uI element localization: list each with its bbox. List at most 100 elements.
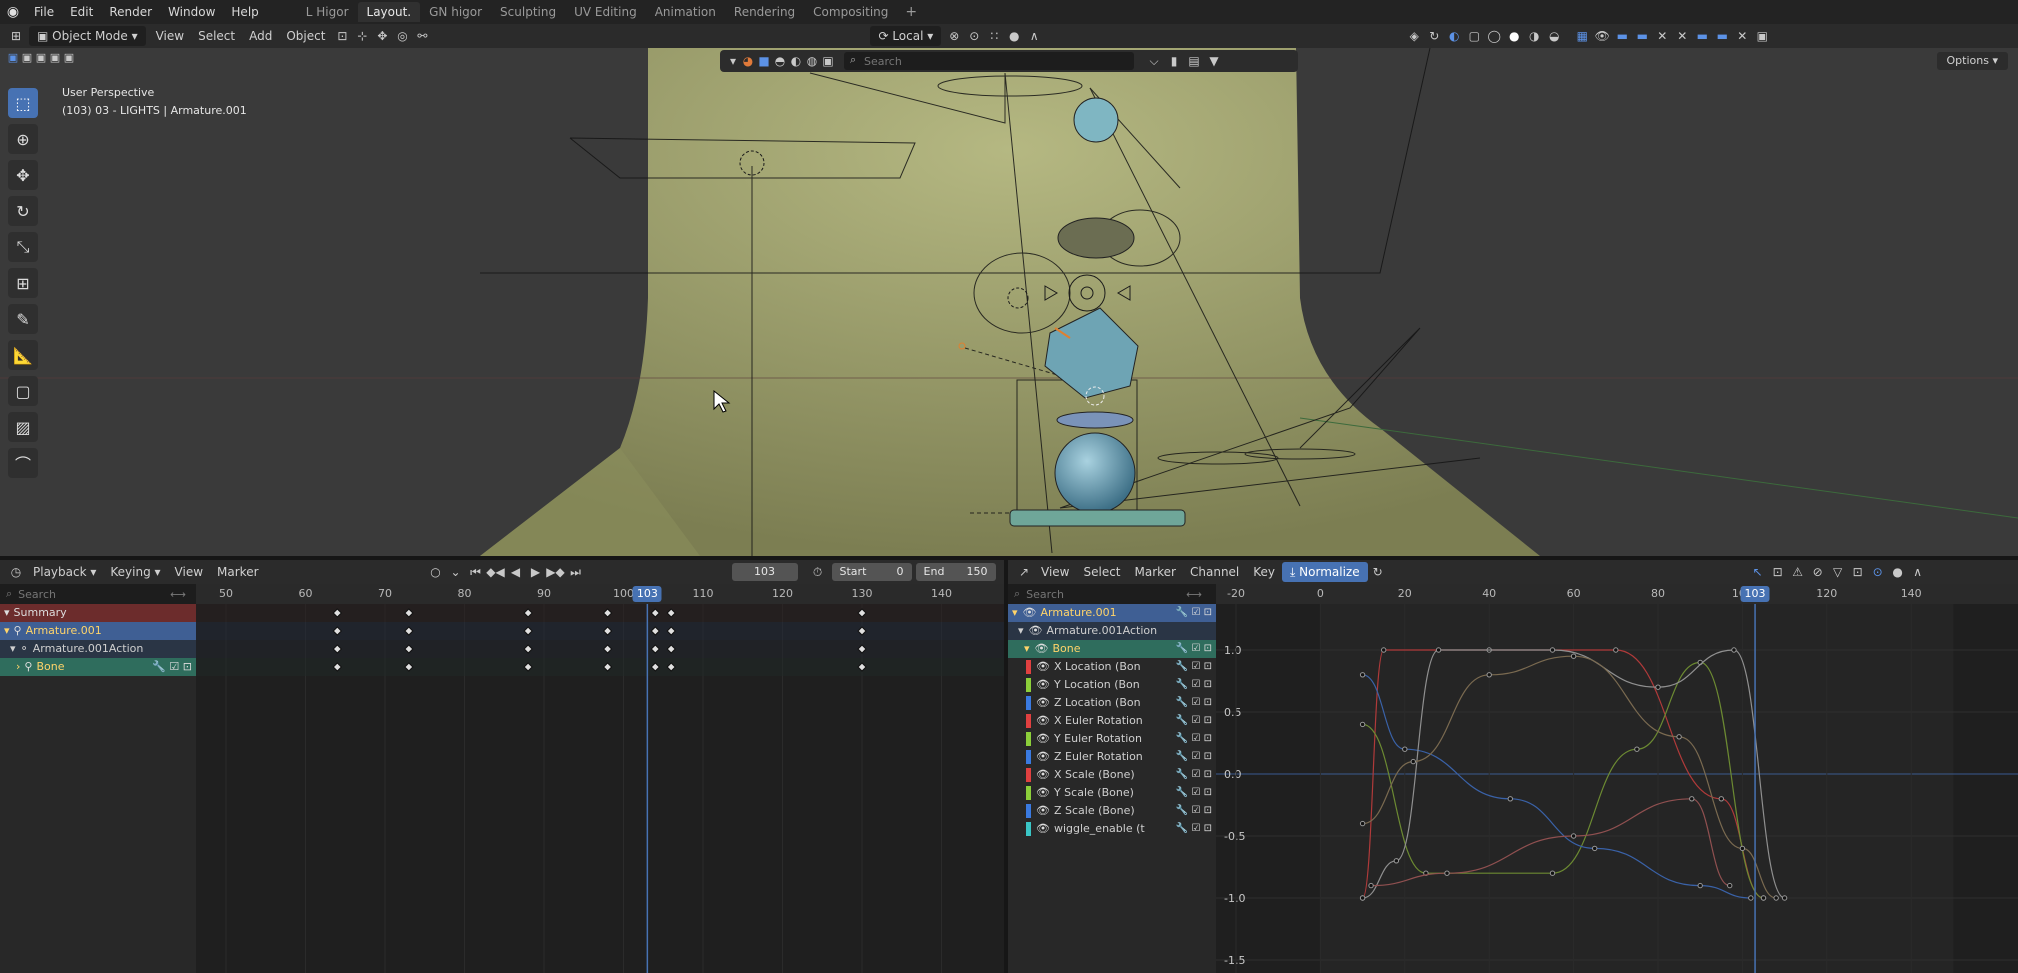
select-tool-icon[interactable]: ⬚ <box>8 88 38 118</box>
eye-icon[interactable]: 👁 <box>1036 730 1050 748</box>
current-frame-indicator[interactable]: 103 <box>632 586 662 602</box>
current-frame-field[interactable]: 103 <box>731 563 798 581</box>
solid-shading-icon[interactable]: ● <box>1504 26 1524 46</box>
tab-compositing[interactable]: Compositing <box>804 2 897 22</box>
solid-box-icon[interactable]: ■ <box>756 51 772 71</box>
display-mode-icon[interactable]: ▤ <box>1184 51 1204 71</box>
collapse-arrow-icon[interactable]: ▾ <box>1012 604 1018 622</box>
close-x3-icon[interactable]: ✕ <box>1732 26 1752 46</box>
channel-toggle-icons[interactable]: 🔧 ☑ ⊡ <box>1176 748 1212 766</box>
collapse-arrow-icon[interactable]: ▾ <box>1024 640 1030 658</box>
eye-icon[interactable]: 👁 <box>1036 694 1050 712</box>
overlay-icon[interactable]: ◐ <box>1444 26 1464 46</box>
menu-object[interactable]: Object <box>279 26 332 46</box>
curve-keyframe[interactable] <box>1359 895 1366 901</box>
channel-toggle-icons[interactable]: 🔧 ☑ ⊡ <box>1176 820 1212 838</box>
auto-key-icon[interactable]: ⌄ <box>446 562 466 582</box>
menu-select[interactable]: Select <box>191 26 242 46</box>
dopesheet-keyframe-area[interactable] <box>196 604 1004 973</box>
eye-icon[interactable]: 👁 <box>1592 26 1612 46</box>
eye-icon[interactable]: 👁 <box>1036 676 1050 694</box>
tab-animation[interactable]: Animation <box>646 2 725 22</box>
channel-toggle-icons[interactable]: 🔧 ☑ ⊡ <box>1176 676 1212 694</box>
link-icon[interactable]: ⚯ <box>412 26 432 46</box>
eye-icon[interactable]: 👁 <box>1036 802 1050 820</box>
channel-bone[interactable]: › ⚲ Bone 🔧 ☑ ⊡ <box>0 658 196 676</box>
curve-keyframe[interactable] <box>1655 684 1661 690</box>
studio-icon[interactable]: ◐ <box>788 51 804 71</box>
channel-toggle-icons[interactable]: 🔧 ☑ ⊡ <box>1176 802 1212 820</box>
viewport-gizmo-icon[interactable]: ↻ <box>1424 26 1444 46</box>
tab-l-higor[interactable]: L Higor <box>297 2 358 22</box>
curve-keyframe[interactable] <box>1592 845 1598 852</box>
curve-keyframe[interactable] <box>1697 882 1703 889</box>
gizmo-icon[interactable]: ⊹ <box>352 26 372 46</box>
xray-icon[interactable]: ▢ <box>1464 26 1484 46</box>
scene-collection-icon[interactable]: ▦ <box>1572 26 1592 46</box>
bookmark-icon[interactable]: ▮ <box>1164 51 1184 71</box>
dopesheet-search-input[interactable] <box>18 587 169 601</box>
channel-summary[interactable]: ▾ Summary <box>0 604 196 622</box>
fcurve-channel[interactable]: 👁 Z Scale (Bone) 🔧 ☑ ⊡ <box>1008 802 1216 820</box>
menu-marker-ds[interactable]: Marker <box>210 562 265 582</box>
fcurve-channel[interactable]: 👁 Y Location (Bon 🔧 ☑ ⊡ <box>1008 676 1216 694</box>
curve-keyframe[interactable] <box>1444 870 1450 876</box>
curve-keyframe[interactable] <box>1760 895 1767 901</box>
filter-icon[interactable]: ▼ <box>1204 51 1224 71</box>
menu-add[interactable]: Add <box>242 26 279 46</box>
pivot-icon[interactable]: ⊗ <box>944 26 964 46</box>
menu-channel-ge[interactable]: Channel <box>1183 562 1246 582</box>
collapse-arrow-icon[interactable]: ▾ <box>1018 622 1024 640</box>
add-cube-tool-icon[interactable]: ▢ <box>8 376 38 406</box>
close-x-icon[interactable]: ✕ <box>1652 26 1672 46</box>
channel-action[interactable]: ▾ ⚬ Armature.001Action <box>0 640 196 658</box>
jump-end-icon[interactable]: ⏭ <box>566 562 586 582</box>
curve-keyframe[interactable] <box>1393 858 1400 864</box>
select-extend-icon[interactable]: ▣ <box>20 47 34 67</box>
stopwatch-icon[interactable]: ⏱ <box>808 562 828 582</box>
eye-icon[interactable]: 👁 <box>1029 622 1043 640</box>
transform-tool-icon[interactable]: ⊞ <box>8 268 38 298</box>
menu-marker-ge[interactable]: Marker <box>1128 562 1183 582</box>
blender-logo-icon[interactable]: ◉ <box>0 0 26 24</box>
play-reverse-icon[interactable]: ◀ <box>506 562 526 582</box>
menu-keying[interactable]: Keying ▾ <box>103 562 167 582</box>
channel-armature[interactable]: ▾ 👁 Armature.001 🔧 ☑ ⊡ <box>1008 604 1216 622</box>
curve-keyframe[interactable] <box>1731 647 1737 653</box>
measure-tool-icon[interactable]: 📐 <box>8 340 38 370</box>
curve-keyframe[interactable] <box>1570 833 1577 839</box>
tool-settings-icon[interactable]: ✥ <box>372 26 392 46</box>
curve-keyframe[interactable] <box>1368 882 1374 889</box>
menu-view-ge[interactable]: View <box>1034 562 1076 582</box>
dopesheet-frame-ruler[interactable]: 50 60 70 80 90 100 110 120 130 140 103 <box>196 584 1004 604</box>
fcurve-channel[interactable]: 👁 Z Euler Rotation 🔧 ☑ ⊡ <box>1008 748 1216 766</box>
expand-arrow-icon[interactable]: › <box>16 658 20 676</box>
collapse-arrow-icon[interactable]: ▾ <box>4 622 10 640</box>
fcurve-channel[interactable]: 👁 X Scale (Bone) 🔧 ☑ ⊡ <box>1008 766 1216 784</box>
rendered-shading-icon[interactable]: ◒ <box>1544 26 1564 46</box>
bone-toggle-icons[interactable]: 🔧 ☑ ⊡ <box>152 658 192 676</box>
menu-view[interactable]: View <box>149 26 191 46</box>
dopesheet-editor[interactable]: ⌕ ⟷ ▾Summary ▾ ⚲ Armature.001 ▾ ⚬ Armatu… <box>0 584 1004 973</box>
channel-toggle-icons[interactable]: 🔧 ☑ ⊡ <box>1176 712 1212 730</box>
channel-action[interactable]: ▾ 👁 Armature.001Action <box>1008 622 1216 640</box>
end-frame-field[interactable]: End 150 <box>915 563 996 581</box>
falloff-icon[interactable]: ∧ <box>1024 26 1044 46</box>
sidebar-toggle-icon[interactable]: ▣ <box>1752 26 1772 46</box>
tab-sculpting[interactable]: Sculpting <box>491 2 565 22</box>
snap-target-icon[interactable]: ∷ <box>984 26 1004 46</box>
filter-blue-icon[interactable]: ▬ <box>1612 26 1632 46</box>
snap-icon[interactable]: ⊡ <box>332 26 352 46</box>
curve-keyframe[interactable] <box>1402 746 1408 752</box>
visibility-icon[interactable]: ◈ <box>1404 26 1424 46</box>
curve-keyframe[interactable] <box>1507 796 1513 802</box>
curve-keyframe[interactable] <box>1727 882 1733 889</box>
curve-keyframe[interactable] <box>1549 647 1556 653</box>
eye-icon[interactable]: 👁 <box>1023 604 1037 622</box>
auto-snap-icon[interactable]: ⊙ <box>1868 562 1888 582</box>
select-intersect-icon[interactable]: ▣ <box>62 47 76 67</box>
cursor-tool-icon[interactable]: ⊕ <box>8 124 38 154</box>
swap-arrows-icon[interactable]: ⟷ <box>1186 588 1202 601</box>
fcurve-channel[interactable]: 👁 X Euler Rotation 🔧 ☑ ⊡ <box>1008 712 1216 730</box>
mode-dropdown[interactable]: ▣ Object Mode ▾ <box>29 26 146 46</box>
